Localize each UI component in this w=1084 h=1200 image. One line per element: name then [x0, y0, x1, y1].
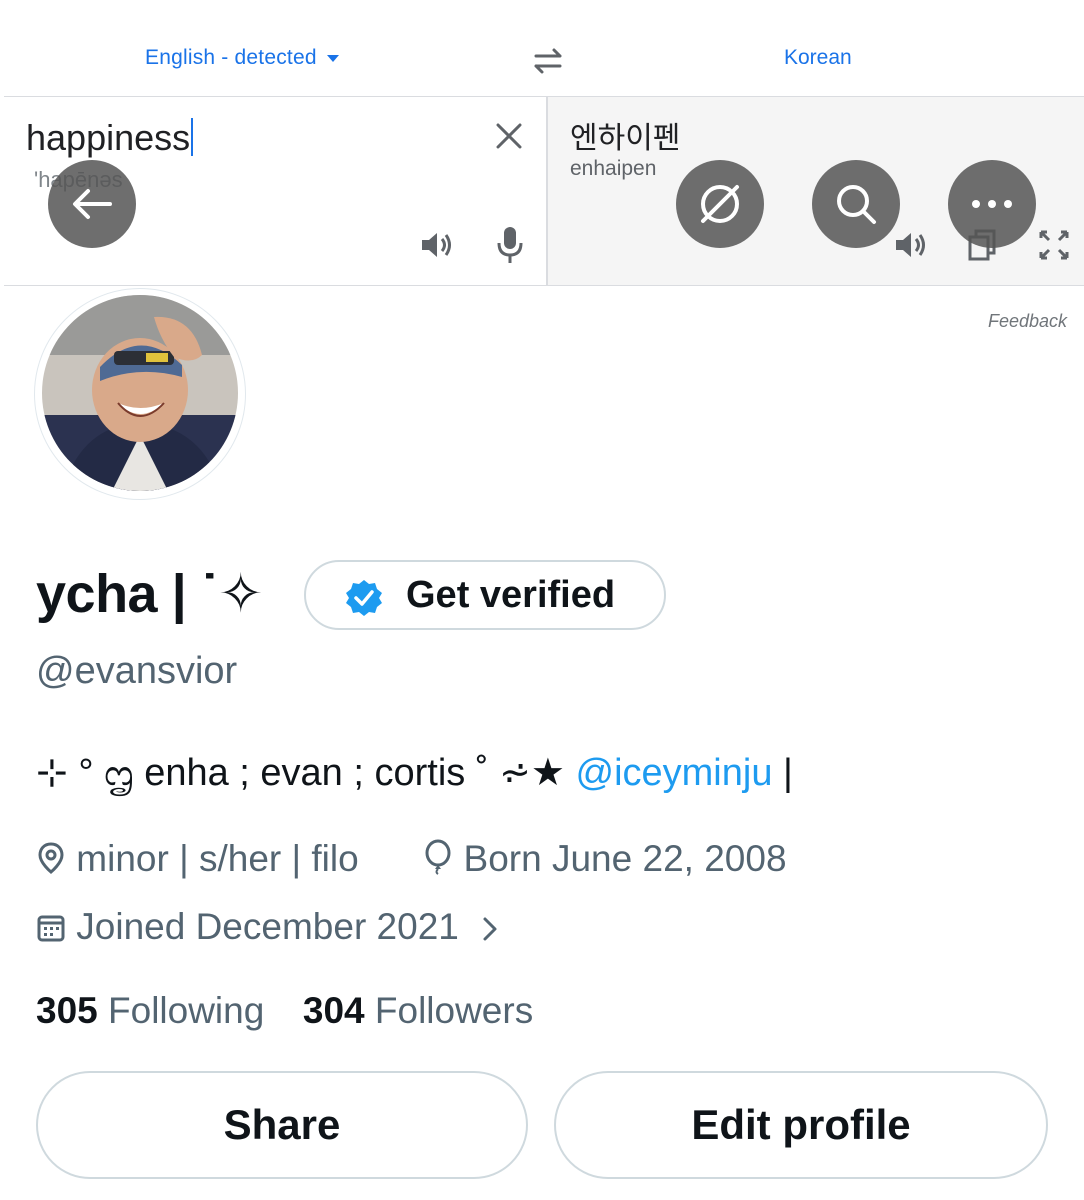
follow-counts: 305 Following 304 Followers — [36, 990, 533, 1032]
source-language-label: English - detected — [145, 46, 317, 69]
avatar-photo — [42, 295, 238, 491]
language-bar: English - detected Korean — [0, 0, 1084, 96]
profile-location: minor | s/her | filo — [76, 838, 359, 879]
target-language-select[interactable]: Korean — [784, 46, 852, 70]
more-button[interactable] — [948, 160, 1036, 248]
explore-button[interactable] — [676, 160, 764, 248]
profile-meta-row: minor | s/her | filo Born June 22, 2008 — [36, 838, 787, 880]
bio-suffix: | — [772, 752, 793, 794]
back-button[interactable] — [48, 160, 136, 248]
bio-mention-link[interactable]: @iceyminju — [576, 752, 773, 794]
edit-profile-button[interactable]: Edit profile — [554, 1071, 1048, 1179]
profile-bio: ⊹ ° ᦗ enha ; evan ; cortis ˚ ⩫★ @iceymin… — [36, 750, 793, 797]
speaker-icon[interactable] — [418, 229, 454, 261]
translated-text: 엔하이펜 — [570, 122, 681, 155]
feedback-link[interactable]: Feedback — [988, 311, 1067, 332]
speaker-icon[interactable] — [892, 229, 928, 261]
avatar[interactable] — [42, 295, 238, 491]
share-label: Share — [223, 1101, 341, 1148]
following-link[interactable]: 305 Following — [36, 990, 264, 1031]
chevron-right-icon — [483, 917, 497, 941]
profile-birthday: Born June 22, 2008 — [463, 838, 787, 879]
search-icon — [837, 185, 876, 224]
get-verified-label: Get verified — [406, 574, 616, 616]
followers-count: 304 — [302, 990, 365, 1031]
profile-joined: Joined December 2021 — [76, 906, 459, 947]
followers-link[interactable]: 304 Followers — [303, 990, 533, 1031]
back-arrow-icon — [73, 189, 112, 219]
location-pin-icon — [38, 842, 64, 874]
verified-badge-icon — [346, 580, 382, 616]
get-verified-button[interactable]: Get verified — [304, 560, 666, 630]
following-count: 305 — [36, 990, 98, 1031]
text-cursor — [191, 118, 194, 156]
followers-label: Followers — [374, 990, 534, 1031]
following-label: Following — [108, 990, 265, 1031]
bio-text: ⊹ ° ᦗ enha ; evan ; cortis ˚ ⩫★ — [36, 752, 576, 794]
more-icon — [972, 200, 1012, 208]
profile-joined-row[interactable]: Joined December 2021 — [36, 906, 501, 948]
chevron-down-icon — [326, 54, 339, 62]
expand-icon[interactable] — [1038, 229, 1070, 261]
calendar-icon — [37, 915, 65, 942]
profile-handle: @evansvior — [36, 650, 238, 692]
close-icon[interactable] — [492, 119, 526, 153]
translated-transliteration: enhaipen — [570, 157, 657, 180]
no-compass-icon — [701, 185, 739, 223]
balloon-icon — [425, 839, 451, 875]
mic-icon[interactable] — [496, 225, 524, 265]
source-text-input[interactable]: happiness — [26, 117, 194, 159]
search-button[interactable] — [812, 160, 900, 248]
edit-profile-label: Edit profile — [691, 1101, 911, 1148]
swap-icon[interactable] — [528, 44, 568, 76]
translation-panel: happiness 'hapēnəs 엔하이펜 enhaipen — [4, 96, 1084, 286]
display-name: ycha | ˙✧ — [36, 564, 263, 624]
share-button[interactable]: Share — [36, 1071, 528, 1179]
source-language-select[interactable]: English - detected — [145, 46, 339, 70]
source-text: happiness — [26, 117, 191, 158]
